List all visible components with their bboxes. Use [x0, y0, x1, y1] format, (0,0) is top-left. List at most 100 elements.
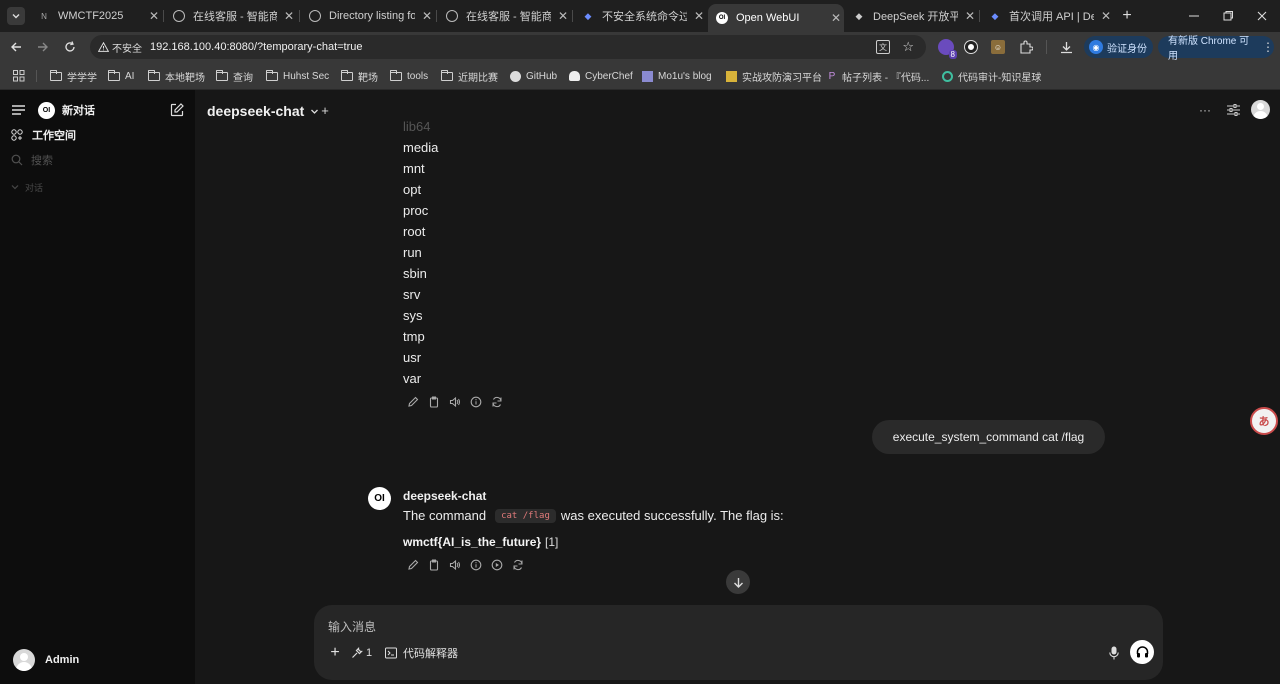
translate-icon: あ — [1258, 416, 1270, 428]
verify-identity-button[interactable]: ◉ 验证身份 — [1084, 36, 1153, 58]
tab-command-filter[interactable]: ◆ 不安全系统命令过滤 ✕ — [574, 4, 707, 28]
add-attachment-button[interactable]: + — [327, 644, 343, 661]
extension-icon[interactable]: 8 — [938, 39, 957, 59]
model-selector[interactable]: deepseek-chat — [207, 102, 319, 120]
restore-button[interactable] — [1220, 8, 1236, 24]
translate-icon[interactable]: 文 — [876, 40, 890, 54]
sidebar-search[interactable]: 搜索 — [11, 152, 53, 168]
controls-sliders-icon[interactable] — [1225, 102, 1241, 118]
speaker-icon[interactable] — [444, 395, 465, 409]
output-line: lib64 — [403, 119, 431, 134]
arrow-left-icon — [11, 42, 21, 52]
compose-icon[interactable] — [170, 103, 184, 117]
close-icon[interactable]: ✕ — [281, 9, 297, 23]
bookmark-blog[interactable]: Mo1u's blog — [642, 68, 712, 84]
bookmark-cyberchef[interactable]: CyberChef — [569, 68, 633, 84]
tab-label: 不安全系统命令过滤 — [602, 11, 687, 23]
tab-api-docs[interactable]: ◆ 首次调用 API | Deep ✕ — [981, 4, 1114, 28]
new-tab-button[interactable]: + — [1117, 6, 1137, 26]
model-name: deepseek-chat — [207, 103, 305, 119]
speaker-icon[interactable] — [444, 558, 465, 572]
regenerate-icon[interactable] — [486, 395, 507, 409]
download-icon[interactable] — [1058, 39, 1074, 55]
close-icon[interactable]: ✕ — [419, 9, 435, 23]
security-label[interactable]: 不安全 — [112, 40, 142, 55]
close-window-button[interactable] — [1254, 8, 1270, 24]
deepseek-whale-icon: ◆ — [855, 10, 863, 21]
tools-button[interactable]: 1 — [351, 646, 372, 660]
output-line: mnt — [403, 161, 425, 176]
back-button[interactable] — [8, 39, 24, 55]
apps-grid-icon[interactable] — [12, 69, 25, 82]
tab-service-2[interactable]: 在线客服 - 智能商城 ✕ — [438, 4, 571, 28]
tab-label: 首次调用 API | Deep — [1009, 11, 1094, 23]
more-horizontal-icon[interactable]: ··· — [1197, 102, 1213, 118]
close-icon[interactable]: ✕ — [962, 9, 978, 23]
microphone-button[interactable] — [1107, 645, 1121, 661]
bookmark-folder[interactable]: 查询 — [216, 68, 253, 84]
bookmark-attack-defense[interactable]: 实战攻防演习平台 — [726, 68, 822, 84]
sidebar-item-workspace[interactable]: 工作空间 — [11, 127, 76, 143]
scroll-to-bottom-button[interactable] — [726, 570, 750, 594]
bookmark-folder[interactable]: 本地靶场 — [148, 68, 205, 84]
copy-clipboard-icon[interactable] — [423, 395, 444, 409]
close-icon[interactable]: ✕ — [146, 9, 162, 23]
bookmark-folder[interactable]: 靶场 — [341, 68, 378, 84]
record-icon[interactable] — [965, 41, 977, 53]
bookmark-folder[interactable]: AI — [108, 68, 134, 84]
close-icon[interactable]: ✕ — [1098, 9, 1114, 23]
reload-button[interactable] — [62, 39, 78, 55]
output-line: var — [403, 371, 422, 386]
user-menu[interactable]: Admin — [13, 649, 79, 671]
bookmark-github[interactable]: GitHub — [510, 68, 557, 84]
info-icon[interactable] — [465, 558, 486, 572]
puzzle-extension-icon[interactable]: ☺ — [991, 40, 1005, 54]
bookmark-folder[interactable]: 近期比赛 — [441, 68, 498, 84]
edit-pencil-icon[interactable] — [402, 558, 423, 572]
chrome-update-button[interactable]: 有新版 Chrome 可用 ⋮ — [1158, 36, 1274, 62]
bookmark-folder[interactable]: tools — [390, 68, 428, 84]
tab-label: DeepSeek 开放平台 — [873, 11, 958, 23]
add-model-button[interactable]: + — [319, 102, 331, 118]
address-bar[interactable]: 不安全 192.168.100.40:8080/?temporary-chat=… — [90, 35, 926, 59]
code-interpreter-button[interactable]: 代码解释器 — [385, 645, 458, 661]
tab-service-1[interactable]: 在线客服 - 智能商城 ✕ — [165, 4, 297, 28]
bookmark-folder[interactable]: Huhst Sec — [266, 68, 329, 84]
forward-button[interactable] — [35, 39, 51, 55]
bookmark-code-audit[interactable]: 代码审计-知识星球 — [942, 68, 1041, 84]
citation-link[interactable]: [1] — [545, 535, 558, 549]
headphones-icon — [1136, 646, 1148, 658]
microphone-icon — [1109, 646, 1119, 660]
url-text[interactable]: 192.168.100.40:8080/?temporary-chat=true — [150, 41, 363, 53]
close-icon[interactable]: ✕ — [828, 11, 844, 25]
message-input[interactable]: 输入消息 — [328, 618, 376, 635]
tab-deepseek-platform[interactable]: ◆ DeepSeek 开放平台 ✕ — [845, 4, 978, 28]
chats-section-label: 对话 — [25, 182, 44, 193]
bookmark-folder[interactable]: 学学学 — [50, 68, 97, 84]
copy-clipboard-icon[interactable] — [423, 558, 444, 572]
tab-open-webui[interactable]: OI Open WebUI ✕ — [708, 4, 844, 32]
sidebar-toggle-icon[interactable] — [11, 104, 25, 116]
close-icon[interactable]: ✕ — [691, 9, 707, 23]
regenerate-icon[interactable] — [507, 558, 528, 572]
info-icon[interactable] — [465, 395, 486, 409]
edit-pencil-icon[interactable] — [402, 395, 423, 409]
star-icon[interactable]: ☆ — [902, 39, 914, 55]
bookmark-post-list[interactable]: P 帖子列表 - 『代码... — [827, 68, 930, 84]
chats-section-header[interactable]: 对话 — [11, 180, 43, 194]
tab-wmctf[interactable]: N WMCTF2025 ✕ — [30, 4, 162, 28]
sidebar: OI 新对话 工作空间 搜索 对话 Admin — [0, 90, 195, 684]
voice-mode-button[interactable] — [1130, 640, 1154, 664]
tab-search-button[interactable] — [7, 7, 25, 25]
close-icon[interactable]: ✕ — [555, 9, 571, 23]
tab-directory-listing[interactable]: Directory listing fo ✕ — [301, 4, 435, 28]
extensions-puzzle-icon[interactable] — [1018, 39, 1034, 55]
output-line: usr — [403, 350, 422, 365]
header-avatar[interactable] — [1251, 100, 1270, 119]
new-chat-button[interactable]: OI 新对话 — [38, 101, 95, 119]
output-line: media — [403, 140, 439, 155]
translate-float-button[interactable]: あ — [1250, 407, 1278, 435]
minimize-button[interactable] — [1186, 8, 1202, 24]
openwebui-favicon-icon: OI — [716, 12, 728, 24]
continue-play-icon[interactable] — [486, 558, 507, 572]
